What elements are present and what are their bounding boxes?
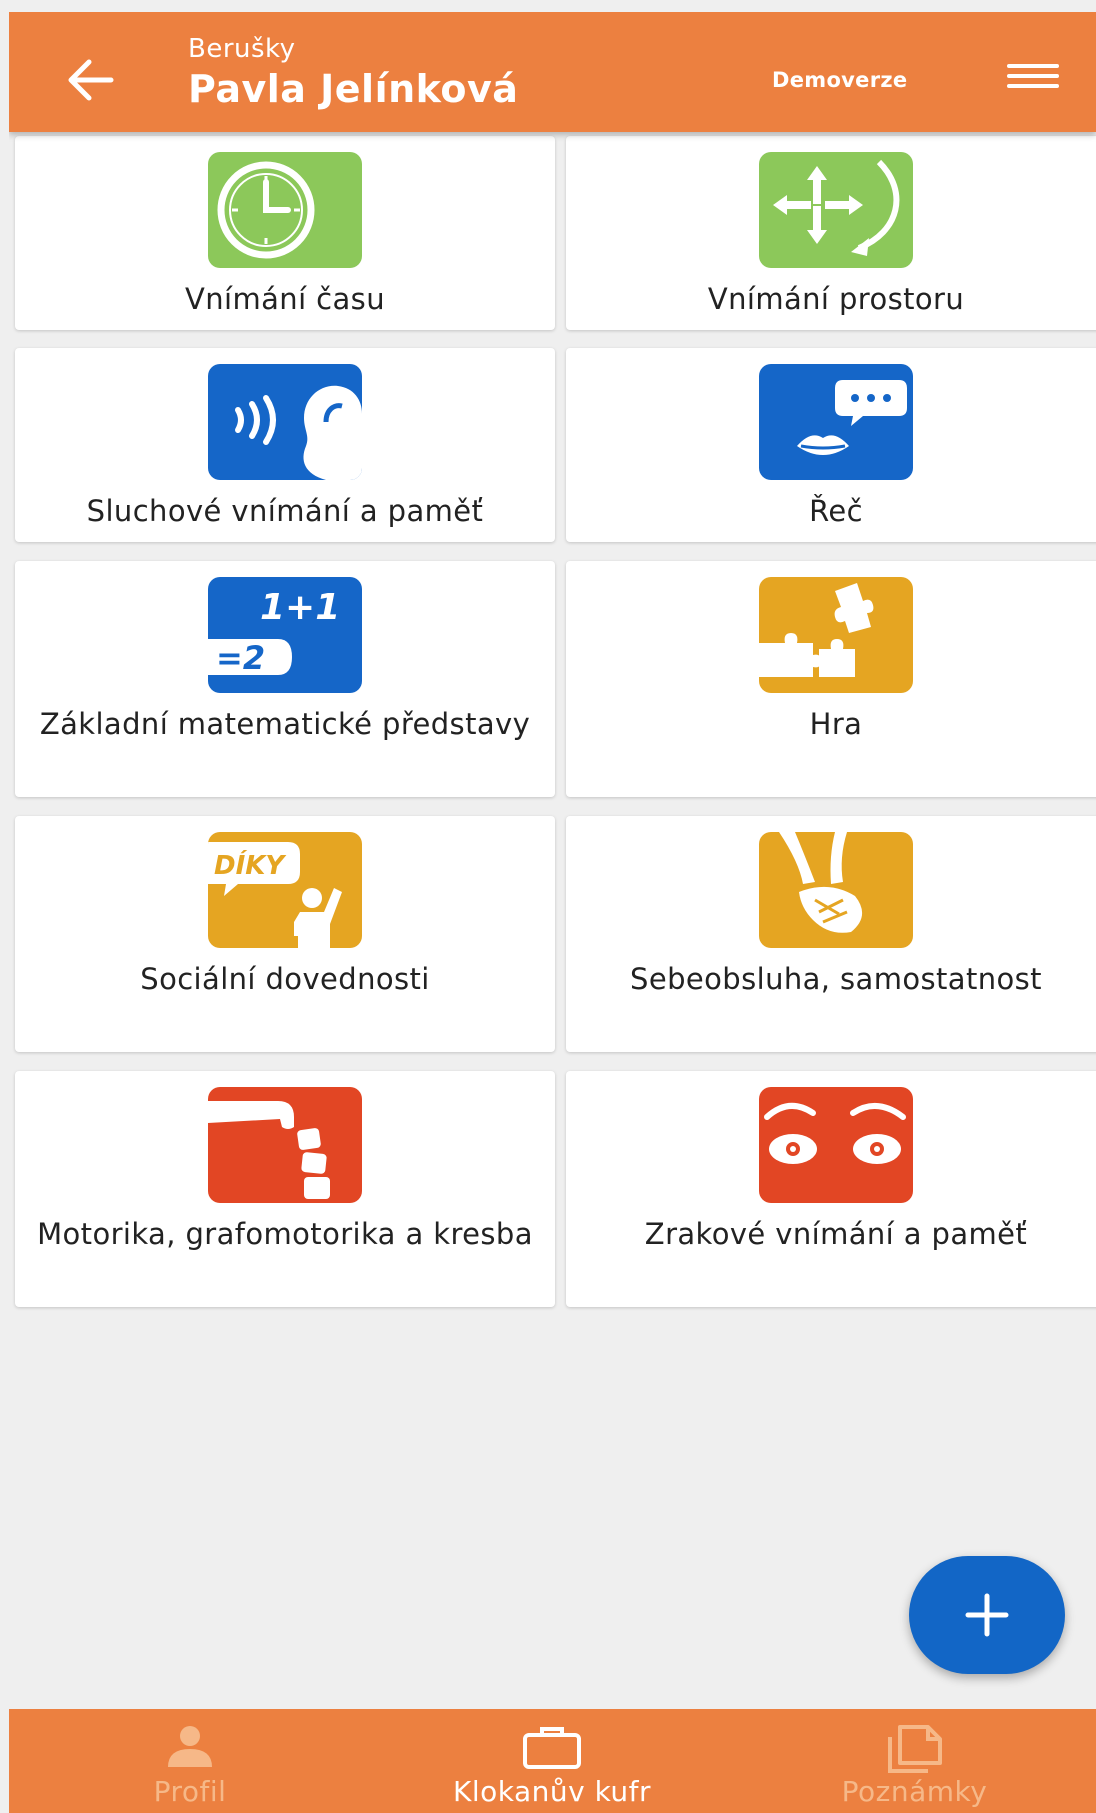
clock-icon bbox=[208, 152, 362, 268]
category-card-hearing[interactable]: Sluchové vnímání a paměť bbox=[15, 348, 555, 542]
svg-text:1+1: 1+1 bbox=[260, 587, 340, 628]
category-label: Hra bbox=[809, 707, 863, 741]
category-card-play[interactable]: Hra bbox=[566, 561, 1096, 797]
category-card-time[interactable]: Vnímání času bbox=[15, 136, 555, 330]
category-label: Sociální dovednosti bbox=[140, 962, 430, 996]
nav-tab-kangaroo-case[interactable]: Klokanův kufr bbox=[371, 1709, 733, 1813]
notes-icon bbox=[887, 1725, 942, 1773]
app-screen: Berušky Pavla Jelínková Demoverze Vnímán… bbox=[9, 12, 1096, 1813]
svg-text:=2: =2 bbox=[216, 639, 265, 677]
category-card-space[interactable]: Vnímání prostoru bbox=[566, 136, 1096, 330]
category-label: Sebeobsluha, samostatnost bbox=[630, 962, 1042, 996]
nav-tab-profile[interactable]: Profil bbox=[9, 1709, 371, 1813]
category-card-math[interactable]: 1+1 =2 Základní matematické představy bbox=[15, 561, 555, 797]
svg-text:DÍKY: DÍKY bbox=[214, 849, 287, 881]
header-title-block: Berušky Pavla Jelínková bbox=[188, 34, 518, 112]
speech-lips-icon bbox=[759, 364, 913, 480]
demo-version-label[interactable]: Demoverze bbox=[772, 68, 907, 92]
shoe-lacing-icon bbox=[759, 832, 913, 948]
nav-tab-notes[interactable]: Poznámky bbox=[733, 1709, 1096, 1813]
plus-icon bbox=[965, 1593, 1009, 1637]
category-label: Vnímání času bbox=[185, 282, 385, 316]
arrow-left-icon bbox=[68, 59, 114, 101]
category-label: Sluchové vnímání a paměť bbox=[86, 494, 484, 528]
puzzle-icon bbox=[759, 577, 913, 693]
add-fab-button[interactable] bbox=[909, 1556, 1065, 1674]
nav-label: Klokanův kufr bbox=[452, 1775, 652, 1808]
space-arrows-icon bbox=[759, 152, 913, 268]
nav-label: Poznámky bbox=[841, 1775, 988, 1808]
category-card-speech[interactable]: Řeč bbox=[566, 348, 1096, 542]
category-label: Řeč bbox=[809, 494, 863, 528]
menu-button[interactable] bbox=[1003, 58, 1063, 100]
category-card-social[interactable]: DÍKY Sociální dovednosti bbox=[15, 816, 555, 1052]
person-icon bbox=[168, 1726, 212, 1767]
group-subtitle: Berušky bbox=[188, 34, 296, 64]
hand-blocks-icon bbox=[208, 1087, 362, 1203]
back-button[interactable] bbox=[59, 48, 123, 112]
category-label: Zrakové vnímání a paměť bbox=[644, 1217, 1028, 1251]
child-name-title: Pavla Jelínková bbox=[188, 67, 519, 111]
category-card-motor[interactable]: Motorika, grafomotorika a kresba bbox=[15, 1071, 555, 1307]
briefcase-icon bbox=[523, 1727, 581, 1769]
category-card-selfcare[interactable]: Sebeobsluha, samostatnost bbox=[566, 816, 1096, 1052]
category-label: Vnímání prostoru bbox=[707, 282, 965, 316]
nav-label: Profil bbox=[153, 1775, 227, 1808]
top-app-bar: Berušky Pavla Jelínková Demoverze bbox=[9, 12, 1096, 132]
social-thanks-icon: DÍKY bbox=[208, 832, 362, 948]
category-label: Základní matematické představy bbox=[39, 707, 531, 741]
hamburger-icon bbox=[1007, 64, 1059, 68]
eyes-icon bbox=[759, 1087, 913, 1203]
category-label: Motorika, grafomotorika a kresba bbox=[37, 1217, 533, 1251]
bottom-navigation: Profil Klokanův kufr Poznámky bbox=[9, 1709, 1096, 1813]
category-card-vision[interactable]: Zrakové vnímání a paměť bbox=[566, 1071, 1096, 1307]
ear-icon bbox=[208, 364, 362, 480]
math-icon: 1+1 =2 bbox=[208, 577, 362, 693]
